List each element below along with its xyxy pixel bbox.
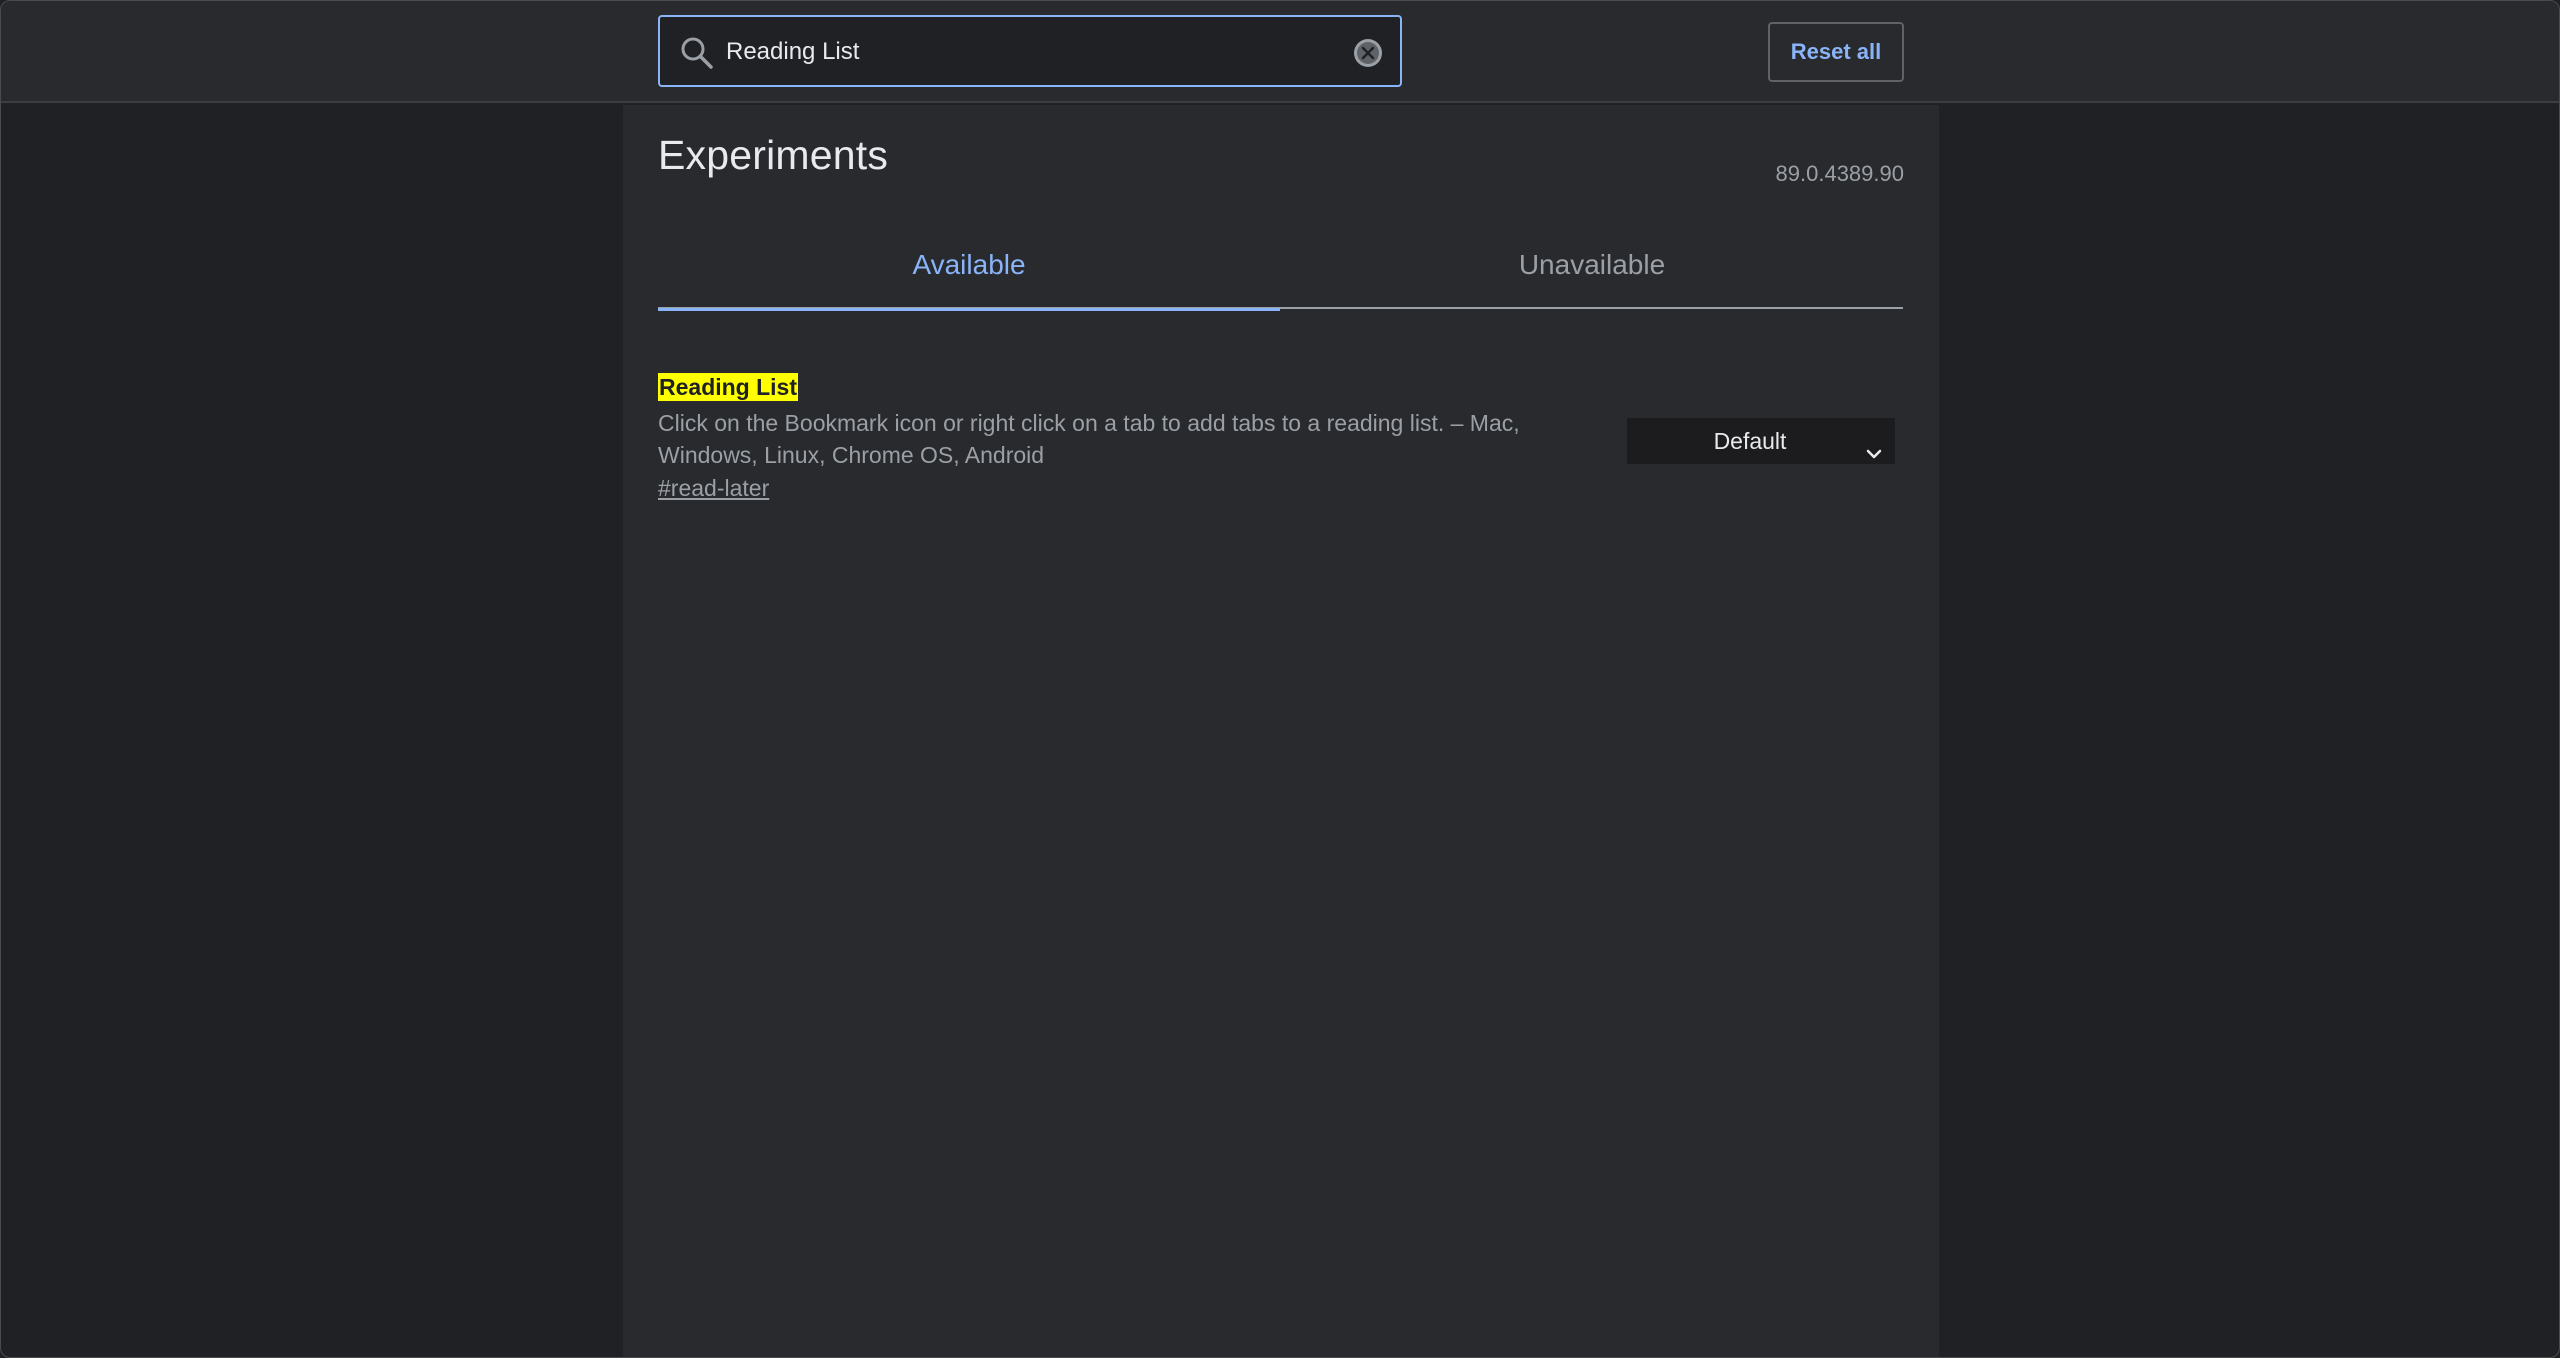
clear-search-icon[interactable]	[1353, 38, 1383, 68]
version-label: 89.0.4389.90	[1775, 161, 1904, 186]
experiment-row: Reading List Click on the Bookmark icon …	[658, 369, 1903, 519]
experiment-description: Click on the Bookmark icon or right clic…	[658, 410, 1520, 468]
experiment-permalink[interactable]: #read-later	[658, 475, 769, 502]
search-icon	[680, 36, 714, 70]
experiment-name: Reading List	[658, 373, 799, 401]
search-input[interactable]	[726, 29, 1326, 75]
experiment-state-select[interactable]: Default	[1627, 418, 1895, 464]
search-box[interactable]	[658, 15, 1402, 87]
tab-available[interactable]: Available	[658, 235, 1280, 311]
reset-all-button[interactable]: Reset all	[1768, 22, 1904, 82]
experiment-state-value: Default	[1713, 428, 1787, 454]
experiments-panel: Experiments 89.0.4389.90 Available Unava…	[623, 105, 1939, 1357]
page-title: Experiments	[658, 132, 889, 178]
chevron-down-icon	[1865, 432, 1883, 459]
tab-bar: Available Unavailable	[658, 235, 1903, 311]
browser-window: Reset all Experiments 89.0.4389.90 Avail…	[0, 0, 2560, 1358]
flags-header: Reset all	[1, 1, 2559, 103]
tab-unavailable[interactable]: Unavailable	[1281, 235, 1903, 309]
